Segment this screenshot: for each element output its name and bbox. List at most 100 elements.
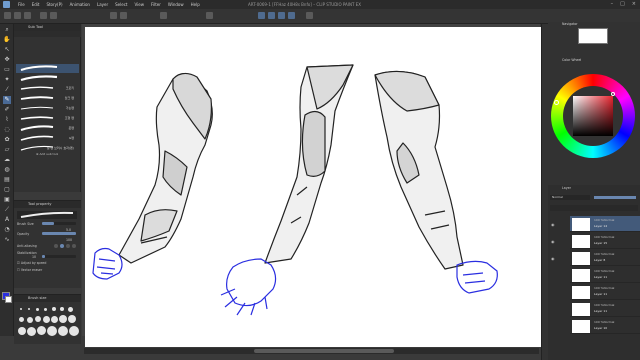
visibility-eye-icon[interactable]: ◉ [551,239,557,244]
brush-item[interactable]: 가는펜 [16,104,79,113]
brush-size-preset[interactable] [18,327,26,335]
menu-view[interactable]: View [134,2,144,7]
anti-aliasing-options[interactable] [54,244,76,248]
clear-icon[interactable] [110,12,117,19]
menu-file[interactable]: File [18,2,25,7]
snap-icon[interactable] [160,12,167,19]
layer-row[interactable]: 100 %Normal Layer 11 [570,284,640,300]
perspective-ruler-icon[interactable] [288,12,295,19]
brush-size-preset[interactable] [19,317,24,322]
save-icon[interactable] [24,12,31,19]
airbrush-icon[interactable]: ◌ [3,126,11,134]
color-wheel-tab[interactable]: Color Wheel [562,58,581,62]
move-layer-icon[interactable]: ✥ [3,56,11,64]
auto-select-icon[interactable]: ✦ [3,76,11,84]
eraser-icon[interactable]: ▱ [3,146,11,154]
menu-layer[interactable]: Layer [97,2,108,7]
brush-size-preset[interactable] [43,316,50,323]
new-file-icon[interactable] [4,12,11,19]
brush-size-preset[interactable] [27,326,36,336]
pen-icon[interactable]: ✎ [3,96,11,104]
menu-story[interactable]: Story(P) [46,2,62,7]
minimize-button[interactable]: – [611,1,614,7]
menu-filter[interactable]: Filter [151,2,161,7]
adjust-by-speed-checkbox[interactable]: ☑ Adjust by speed [17,261,46,265]
pencil-icon[interactable]: ✐ [3,106,11,114]
brush-size-preset[interactable] [20,308,22,310]
eyedropper-icon[interactable]: ⁄ [3,86,11,94]
snap-to-special-ruler-icon[interactable] [268,12,275,19]
layer-row[interactable]: 100 %Normal Layer 10 [570,318,640,334]
open-file-icon[interactable] [14,12,21,19]
brush-item[interactable]: 조형 펜 [16,114,79,123]
layer-row[interactable]: 100 %Normal Layer 14 [570,216,640,232]
brush-size-preset[interactable] [28,308,30,310]
sub-color-swatch[interactable] [5,296,12,303]
figure-icon[interactable]: ▢ [3,186,11,194]
brush-icon[interactable]: ⌇ [3,116,11,124]
transform-icon[interactable] [120,12,127,19]
opacity-slider[interactable] [42,232,76,235]
brush-size-preset[interactable] [51,315,58,323]
undo-icon[interactable] [40,12,47,19]
brush-size-preset[interactable] [44,307,47,311]
brush-size-preset[interactable] [68,315,76,323]
brush-size-tab[interactable]: Brush size [14,295,81,302]
brush-item[interactable]: 붓펜 [16,124,79,133]
menu-edit[interactable]: Edit [32,2,40,7]
horizontal-scrollbar[interactable] [84,348,539,354]
vector-eraser-checkbox[interactable]: ☐ Vector eraser [17,268,42,272]
layer-tab[interactable]: Layer [562,186,571,190]
navigator-tab[interactable]: Navigator [562,22,578,26]
correct-line-icon[interactable]: ∿ [3,236,11,244]
brush-item[interactable] [16,64,79,73]
snap-to-grid-icon[interactable] [278,12,285,19]
brush-size-preset[interactable] [37,326,46,335]
brush-item[interactable]: G펜 [16,134,79,143]
maximize-button[interactable]: □ [620,1,625,7]
brush-item[interactable]: 잉크 펜 [16,94,79,103]
balloon-icon[interactable]: ◔ [3,226,11,234]
hand-icon[interactable]: ✋ [3,36,11,44]
navigator-preview[interactable] [578,28,608,44]
gradient-icon[interactable]: ▤ [3,176,11,184]
layer-row[interactable]: 100 %Normal Layer 11 [570,267,640,283]
blend-mode-select[interactable]: Normal [550,195,590,200]
tool-property-tab[interactable]: Tool property [14,201,81,208]
brush-size-preset[interactable] [60,307,64,311]
drawing-canvas[interactable] [85,27,541,347]
selection-icon[interactable]: ▭ [3,66,11,74]
redo-icon[interactable] [50,12,57,19]
brush-size-preset[interactable] [69,325,79,336]
blend-icon[interactable]: ☁ [3,156,11,164]
fill-icon[interactable]: ◍ [3,166,11,174]
brush-size-preset[interactable] [35,316,41,322]
brush-size-slider[interactable] [42,222,76,225]
menu-select[interactable]: Select [115,2,127,7]
menu-help[interactable]: Help [191,2,200,7]
add-subtool-button[interactable]: ⊕ Add sub tool [36,152,58,156]
app-icon[interactable] [3,1,10,8]
visibility-eye-icon[interactable]: ◉ [551,256,557,261]
stabilization-slider[interactable] [42,255,76,258]
zoom-icon[interactable]: ⌕ [3,26,11,34]
visibility-eye-icon[interactable]: ◉ [551,222,557,227]
layer-row[interactable]: 100 %Normal Layer 8 [570,250,640,266]
text-icon[interactable]: A [3,216,11,224]
close-button[interactable]: × [632,1,636,7]
decoration-icon[interactable]: ✿ [3,136,11,144]
menu-window[interactable]: Window [168,2,184,7]
brush-item[interactable] [16,74,79,83]
layer-opacity-slider[interactable] [594,196,636,199]
saturation-value-square[interactable] [573,96,613,136]
brush-size-preset[interactable] [68,306,73,312]
brush-item[interactable]: 크로키 [16,84,79,93]
brush-size-preset[interactable] [52,307,56,311]
operation-icon[interactable]: ↖ [3,46,11,54]
layer-row[interactable]: 100 %Normal Layer 15 [570,233,640,249]
ruler-tool-icon[interactable]: ⟋ [3,206,11,214]
settings-icon[interactable] [206,12,213,19]
brush-size-preset[interactable] [27,316,33,323]
frame-icon[interactable]: ▣ [3,196,11,204]
brush-size-preset[interactable] [47,326,57,336]
